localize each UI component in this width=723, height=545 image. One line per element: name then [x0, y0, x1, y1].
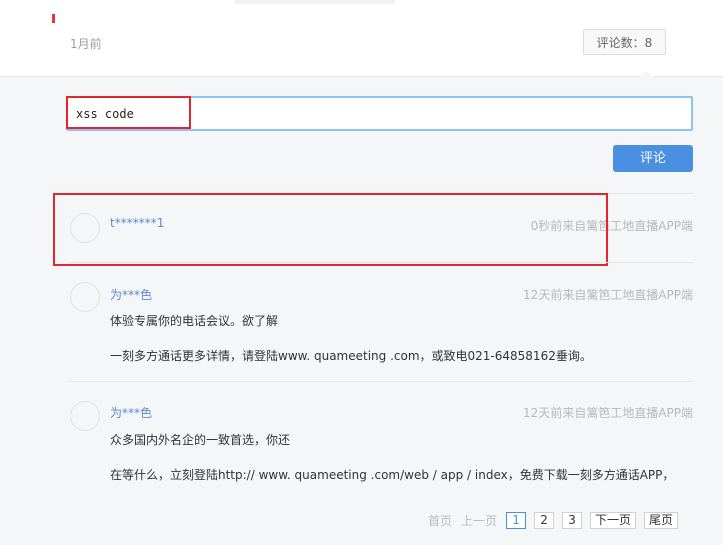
first-page-link[interactable]: 首页: [428, 512, 452, 529]
comment-username[interactable]: 为***色: [110, 404, 152, 421]
comment-meta: 12天前来自篱笆工地直播APP端: [523, 406, 693, 420]
divider: [68, 193, 693, 194]
comment-text: 众多国内外名企的一致首选，你还: [110, 433, 291, 447]
comment-meta: 12天前来自篱笆工地直播APP端: [523, 288, 693, 302]
last-page-button[interactable]: 尾页: [644, 511, 679, 529]
comment-meta: 0秒前来自篱笆工地直播APP端: [530, 219, 693, 233]
avatar[interactable]: [70, 213, 100, 243]
post-footer: 1月前 评论数：8: [0, 0, 723, 77]
comment-text: 一刻多方通话更多详情，请登陆www. quameeting .com，或致电02…: [110, 349, 592, 363]
post-time: 1月前: [70, 37, 102, 51]
prev-page-link[interactable]: 上一页: [461, 512, 497, 529]
red-marker: [52, 14, 55, 23]
avatar[interactable]: [70, 282, 100, 312]
comment-text: 在等什么，立刻登陆http:// www. quameeting .com/we…: [110, 468, 675, 482]
comment-username[interactable]: t*******1: [110, 216, 164, 230]
comment-input[interactable]: [66, 96, 693, 131]
page-number-2[interactable]: 2: [534, 511, 555, 529]
divider: [68, 262, 693, 263]
next-page-button[interactable]: 下一页: [590, 511, 637, 529]
pagination: 首页 上一页 1 2 3 下一页 尾页: [428, 511, 686, 529]
divider: [68, 381, 693, 382]
comment-count-button[interactable]: 评论数：8: [583, 29, 666, 55]
page-number-3[interactable]: 3: [562, 511, 583, 529]
post-content-edge: [235, 0, 395, 4]
submit-comment-button[interactable]: 评论: [613, 145, 693, 172]
comment-username[interactable]: 为***色: [110, 286, 152, 303]
page-number-1[interactable]: 1: [506, 511, 527, 529]
avatar[interactable]: [70, 401, 100, 431]
comment-text: 体验专属你的电话会议。欲了解: [110, 314, 279, 328]
